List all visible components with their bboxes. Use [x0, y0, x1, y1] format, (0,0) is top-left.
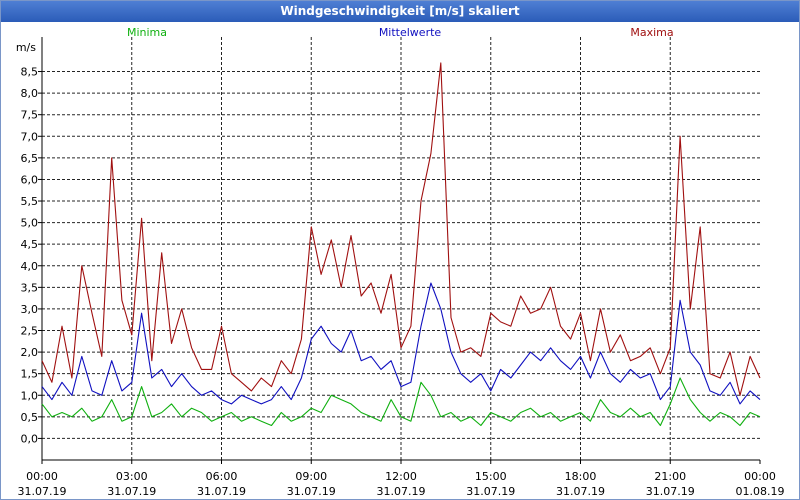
y-tick-label: 8,5	[21, 66, 39, 79]
grid	[42, 37, 760, 460]
x-tick-time-label: 18:00	[565, 470, 597, 483]
x-tick-date-label: 01.08.19	[736, 485, 785, 498]
legend-minima: Minima	[127, 26, 167, 39]
y-tick-label: 3,0	[21, 303, 39, 316]
legend-mittelwerte: Mittelwerte	[379, 26, 442, 39]
y-tick-label: 1,5	[21, 368, 39, 381]
y-tick-label: 5,5	[21, 195, 39, 208]
y-tick-label: 0,0	[21, 432, 39, 445]
x-tick-time-label: 12:00	[385, 470, 417, 483]
y-tick-label: 4,0	[21, 260, 39, 273]
chart-svg: 0,0 0,5 1,0 1,5 2,0 2,5 3,0 3,5 4,0 4,5 5,0 5,5 6,0 6…	[16, 26, 785, 498]
x-tick-time-label: 00:00	[26, 470, 58, 483]
x-tick-time-label: 06:00	[206, 470, 238, 483]
y-axis-label: m/s	[16, 41, 36, 54]
x-tick-date-label: 31.07.19	[287, 485, 336, 498]
axis-labels: 0,0 0,5 1,0 1,5 2,0 2,5 3,0 3,5 4,0 4,5 5,0 5,5 6,0 6…	[16, 26, 785, 498]
y-tick-label: 0,5	[21, 411, 39, 424]
x-tick-date-label: 31.07.19	[646, 485, 695, 498]
x-tick-time-label: 03:00	[116, 470, 148, 483]
y-tick-label: 7,0	[21, 130, 39, 143]
x-tick-date-label: 31.07.19	[377, 485, 426, 498]
x-tick-date-label: 31.07.19	[466, 485, 515, 498]
x-tick-date-label: 31.07.19	[107, 485, 156, 498]
x-tick-time-label: 15:00	[475, 470, 507, 483]
y-tick-label: 1,0	[21, 389, 39, 402]
x-tick-date-label: 31.07.19	[197, 485, 246, 498]
legend-maxima: Maxima	[630, 26, 673, 39]
y-tick-label: 3,5	[21, 281, 39, 294]
y-tick-label: 8,0	[21, 87, 39, 100]
y-tick-label: 2,5	[21, 325, 39, 338]
x-tick-time-label: 09:00	[295, 470, 327, 483]
chart-window: Windgeschwindigkeit [m/s] skaliert 0,0 0,…	[0, 0, 800, 500]
x-tick-date-label: 31.07.19	[556, 485, 605, 498]
x-tick-time-label: 00:00	[744, 470, 776, 483]
y-tick-label: 6,5	[21, 152, 39, 165]
x-tick-date-label: 31.07.19	[18, 485, 67, 498]
y-tick-label: 6,0	[21, 173, 39, 186]
y-tick-label: 7,5	[21, 109, 39, 122]
y-tick-label: 2,0	[21, 346, 39, 359]
y-tick-label: 4,5	[21, 238, 39, 251]
x-tick-time-label: 21:00	[654, 470, 686, 483]
y-tick-label: 5,0	[21, 217, 39, 230]
